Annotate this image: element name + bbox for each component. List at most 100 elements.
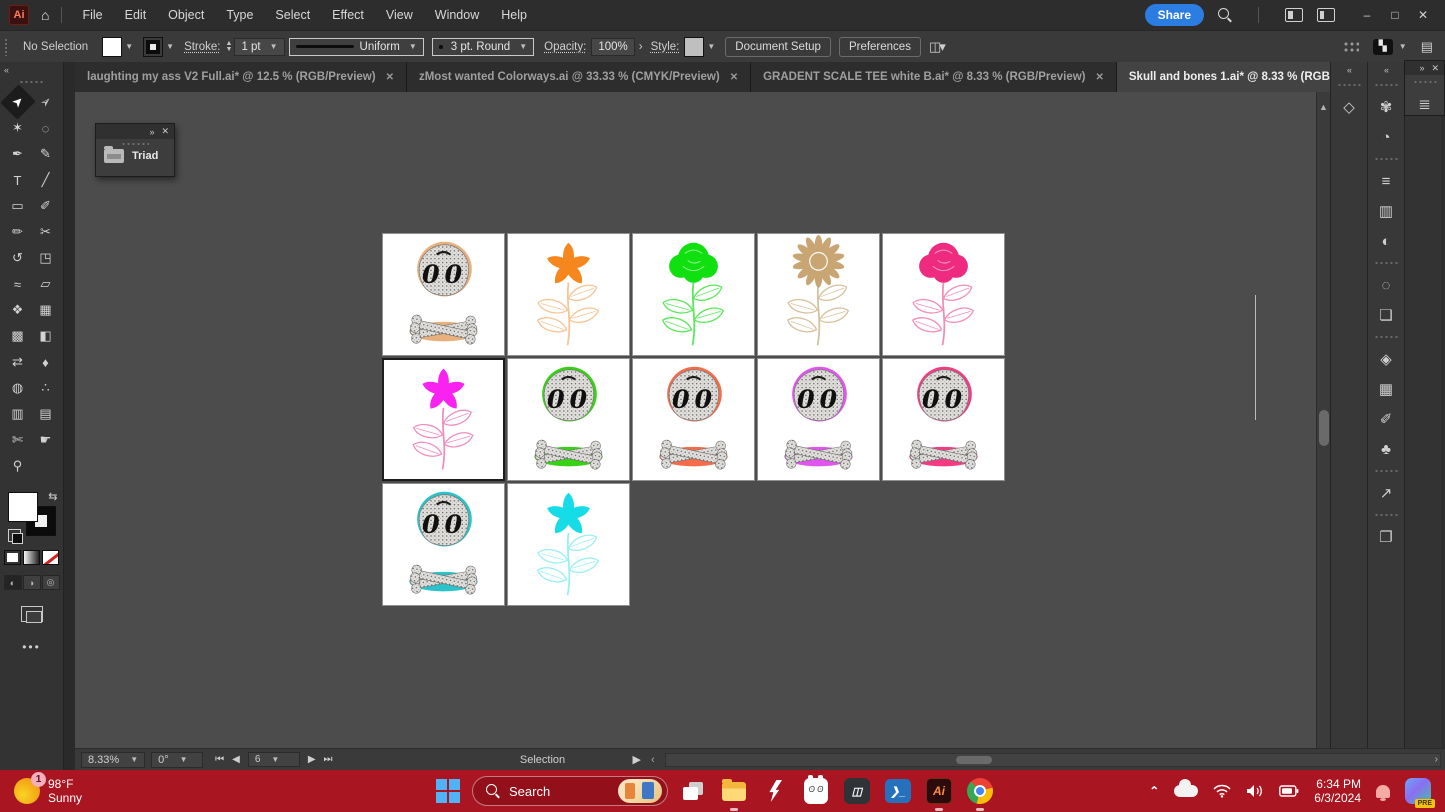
- chrome-icon[interactable]: [966, 777, 994, 805]
- blend-tool-icon[interactable]: ⇄: [5, 350, 31, 374]
- chevron-down-icon[interactable]: ▼: [125, 42, 133, 51]
- vertical-scrollbar[interactable]: ▲: [1316, 92, 1330, 748]
- paintbrush-tool-icon[interactable]: ✐: [33, 194, 59, 218]
- color-button[interactable]: [4, 550, 21, 565]
- menu-effect[interactable]: Effect: [332, 8, 364, 22]
- collapse-toolbar-icon[interactable]: «: [0, 62, 63, 78]
- panel-drag-handle[interactable]: [1374, 83, 1398, 87]
- preferences-button[interactable]: Preferences: [839, 37, 921, 57]
- document-tab[interactable]: laughting my ass V2 Full.ai* @ 12.5 % (R…: [75, 62, 407, 92]
- next-artboard-icon[interactable]: ▶: [308, 754, 316, 765]
- maximize-button[interactable]: □: [1383, 8, 1407, 22]
- artboard[interactable]: [632, 233, 755, 356]
- document-tab[interactable]: zMost wanted Colorways.ai @ 33.33 % (CMY…: [407, 62, 751, 92]
- shape-builder-tool-icon[interactable]: ❖: [5, 298, 31, 322]
- chevron-down-icon[interactable]: ▼: [166, 42, 174, 51]
- free-transform-tool-icon[interactable]: ▱: [33, 272, 59, 296]
- panel-drag-handle[interactable]: [1413, 80, 1437, 84]
- artboard[interactable]: [882, 233, 1005, 356]
- share-button[interactable]: Share: [1145, 4, 1204, 26]
- asset-export-panel-icon[interactable]: ❐: [1368, 522, 1404, 552]
- home-icon[interactable]: ⌂: [41, 7, 49, 23]
- collapse-panel-icon[interactable]: «: [1331, 62, 1367, 78]
- artboard[interactable]: 00: [632, 358, 755, 481]
- knife-tool-icon[interactable]: ✄: [5, 428, 31, 452]
- workspace-layout-icon[interactable]: [1317, 8, 1335, 22]
- start-button[interactable]: [435, 778, 461, 804]
- powershell-icon[interactable]: ❯_: [884, 777, 912, 805]
- chevron-down-icon[interactable]: ▼: [270, 42, 278, 51]
- snap-options-icon[interactable]: ◫▾: [929, 39, 944, 55]
- pen-tool-icon[interactable]: ✒: [5, 142, 31, 166]
- perspective-grid-tool-icon[interactable]: ▦: [33, 298, 59, 322]
- horizontal-scroll-thumb[interactable]: [956, 756, 992, 764]
- menu-help[interactable]: Help: [501, 8, 527, 22]
- style-label[interactable]: Style:: [651, 41, 680, 53]
- gradient-panel-panel-icon[interactable]: ◔: [1368, 122, 1404, 152]
- width-tool-icon[interactable]: ≈: [5, 272, 31, 296]
- code-app-icon[interactable]: ◫: [843, 777, 871, 805]
- artboard[interactable]: [382, 358, 505, 481]
- line-segment-tool-icon[interactable]: ╱: [33, 168, 59, 192]
- scale-tool-icon[interactable]: ◳: [33, 246, 59, 270]
- swap-fill-stroke-icon[interactable]: ⇆: [48, 490, 57, 503]
- menu-select[interactable]: Select: [275, 8, 310, 22]
- zoom-tool-tool-icon[interactable]: ⚲: [5, 454, 31, 478]
- mesh-tool-icon[interactable]: ▩: [5, 324, 31, 348]
- appearance-panel-icon[interactable]: ◌: [1368, 270, 1404, 300]
- stroke-weight-input[interactable]: 1 pt▼: [234, 38, 284, 56]
- menu-type[interactable]: Type: [226, 8, 253, 22]
- panel-drag-handle[interactable]: [1374, 261, 1398, 265]
- edit-toolbar-icon[interactable]: •••: [0, 640, 63, 654]
- curvature-tool-icon[interactable]: ✎: [33, 142, 59, 166]
- fill-color-control[interactable]: ▼: [102, 37, 133, 57]
- clock[interactable]: 6:34 PM 6/3/2024: [1314, 777, 1361, 805]
- llama-icon[interactable]: [802, 777, 830, 805]
- chevron-down-icon[interactable]: ▼: [707, 42, 715, 51]
- toolbar-drag-handle[interactable]: [19, 80, 45, 84]
- artboard-tool-tool-icon[interactable]: ▤: [33, 402, 59, 426]
- bell-icon[interactable]: [1376, 785, 1390, 798]
- menu-object[interactable]: Object: [168, 8, 204, 22]
- previous-artboard-icon[interactable]: ◀: [232, 754, 240, 765]
- artboard[interactable]: 00: [757, 358, 880, 481]
- menu-edit[interactable]: Edit: [125, 8, 147, 22]
- layers-panel-icon[interactable]: ◈: [1368, 344, 1404, 374]
- close-button[interactable]: ✕: [1411, 8, 1435, 22]
- scroll-up-icon[interactable]: ▲: [1317, 102, 1330, 112]
- touch-workspace-icon[interactable]: [1343, 41, 1359, 53]
- panel-drag-handle[interactable]: [1337, 83, 1361, 87]
- stroke-color-control[interactable]: ▼: [143, 37, 174, 57]
- gradient-tool-icon[interactable]: ◧: [33, 324, 59, 348]
- arrange-documents-icon[interactable]: [1285, 8, 1303, 22]
- panel-menu-icon[interactable]: »: [1419, 63, 1424, 73]
- menu-view[interactable]: View: [386, 8, 413, 22]
- scroll-left-icon[interactable]: ‹: [651, 754, 655, 766]
- transparency-panel-icon[interactable]: ◐: [1368, 226, 1404, 256]
- volume-icon[interactable]: [1246, 784, 1264, 798]
- stroke-label[interactable]: Stroke:: [184, 41, 220, 53]
- default-fill-stroke-icon[interactable]: [8, 529, 21, 542]
- export-panel-icon[interactable]: ↗: [1368, 478, 1404, 508]
- eyedropper-tool-icon[interactable]: ♦: [33, 350, 59, 374]
- type-tool-icon[interactable]: T: [5, 168, 31, 192]
- column-graph-tool-icon[interactable]: ▥: [5, 402, 31, 426]
- brush-preset-dropdown[interactable]: 3 pt. Round▼: [432, 38, 534, 56]
- collapse-panel-icon[interactable]: «: [1368, 62, 1404, 78]
- artboard[interactable]: [757, 233, 880, 356]
- battery-icon[interactable]: [1279, 785, 1299, 797]
- pencil-tool-icon[interactable]: ✏: [5, 220, 31, 244]
- stroke-stepper[interactable]: ▲▼: [226, 41, 233, 53]
- vertical-scroll-thumb[interactable]: [1319, 410, 1329, 446]
- task-view-icon[interactable]: [679, 777, 707, 805]
- stroke-panel-panel-icon[interactable]: ≡: [1368, 166, 1404, 196]
- style-swatch[interactable]: [684, 37, 704, 57]
- symbols-panel-icon[interactable]: ♣: [1368, 434, 1404, 464]
- direct-selection-tool-icon[interactable]: ➢: [28, 84, 63, 119]
- artboards-panel-panel-icon[interactable]: ▦: [1368, 374, 1404, 404]
- panel-drag-handle[interactable]: [121, 142, 149, 146]
- copilot-icon[interactable]: PRE: [1405, 778, 1431, 804]
- style-dropdown[interactable]: ▼: [684, 37, 715, 57]
- illustrator-icon[interactable]: Ai: [925, 777, 953, 805]
- last-artboard-icon[interactable]: ⏭: [324, 754, 333, 765]
